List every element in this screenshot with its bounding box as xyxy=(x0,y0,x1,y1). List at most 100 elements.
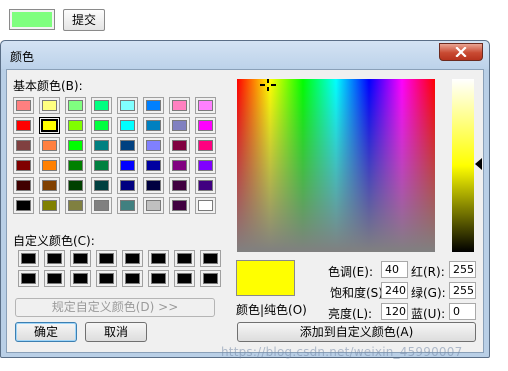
basic-colors-label: 基本颜色(B): xyxy=(13,79,83,93)
basic-color-swatch-r0-c0[interactable] xyxy=(13,97,34,114)
basic-color-swatch-r2-c7[interactable] xyxy=(195,137,216,154)
cancel-button[interactable]: 取消 xyxy=(85,322,147,342)
swatch-color xyxy=(120,180,135,191)
basic-color-swatch-r3-c4[interactable] xyxy=(117,157,138,174)
custom-color-swatch-r0-c3[interactable] xyxy=(96,250,117,267)
basic-color-swatch-r2-c2[interactable] xyxy=(65,137,86,154)
swatch-color xyxy=(146,140,161,151)
color-preview[interactable] xyxy=(9,9,55,30)
basic-color-swatch-r1-c3[interactable] xyxy=(91,117,112,134)
basic-color-swatch-r0-c4[interactable] xyxy=(117,97,138,114)
basic-color-swatch-r0-c5[interactable] xyxy=(143,97,164,114)
basic-color-swatch-r2-c5[interactable] xyxy=(143,137,164,154)
swatch-color xyxy=(21,273,36,284)
basic-color-swatch-r0-c3[interactable] xyxy=(91,97,112,114)
basic-color-swatch-r1-c0[interactable] xyxy=(13,117,34,134)
basic-color-swatch-r2-c1[interactable] xyxy=(39,137,60,154)
custom-color-swatch-r1-c2[interactable] xyxy=(70,270,91,287)
basic-color-swatch-r3-c1[interactable] xyxy=(39,157,60,174)
swatch-color xyxy=(42,160,57,171)
ok-button[interactable]: 确定 xyxy=(15,322,77,342)
basic-color-swatch-r3-c0[interactable] xyxy=(13,157,34,174)
swatch-color xyxy=(151,273,166,284)
basic-color-swatch-r1-c1[interactable] xyxy=(39,117,60,134)
basic-color-swatch-r5-c7[interactable] xyxy=(195,197,216,214)
custom-color-swatch-r0-c5[interactable] xyxy=(148,250,169,267)
red-label: 红(R): xyxy=(411,265,445,279)
swatch-color xyxy=(146,120,161,131)
green-input[interactable]: 255 xyxy=(449,282,476,299)
basic-color-swatch-r3-c7[interactable] xyxy=(195,157,216,174)
basic-color-swatch-r3-c5[interactable] xyxy=(143,157,164,174)
basic-color-swatch-r4-c1[interactable] xyxy=(39,177,60,194)
swatch-color xyxy=(99,253,114,264)
basic-color-swatch-r5-c2[interactable] xyxy=(65,197,86,214)
basic-color-swatch-r1-c6[interactable] xyxy=(169,117,190,134)
custom-color-swatch-r1-c0[interactable] xyxy=(18,270,39,287)
close-button[interactable] xyxy=(439,43,483,61)
basic-color-swatch-r5-c0[interactable] xyxy=(13,197,34,214)
basic-color-swatch-r0-c7[interactable] xyxy=(195,97,216,114)
swatch-color xyxy=(146,160,161,171)
dialog-title: 颜色 xyxy=(10,50,35,64)
custom-color-swatch-r1-c5[interactable] xyxy=(148,270,169,287)
submit-button[interactable]: 提交 xyxy=(63,9,105,31)
close-x-icon xyxy=(455,47,467,57)
luminance-arrow-icon[interactable] xyxy=(475,158,482,170)
basic-color-swatch-r0-c2[interactable] xyxy=(65,97,86,114)
basic-color-swatch-r4-c5[interactable] xyxy=(143,177,164,194)
luminance-input[interactable]: 120 xyxy=(381,303,408,320)
basic-color-swatch-r3-c2[interactable] xyxy=(65,157,86,174)
add-to-custom-colors-button[interactable]: 添加到自定义颜色(A) xyxy=(237,322,476,342)
basic-color-swatch-r2-c6[interactable] xyxy=(169,137,190,154)
basic-color-swatch-r5-c1[interactable] xyxy=(39,197,60,214)
basic-color-swatch-r2-c4[interactable] xyxy=(117,137,138,154)
basic-color-swatch-r1-c4[interactable] xyxy=(117,117,138,134)
hue-label: 色调(E): xyxy=(328,265,373,279)
basic-color-swatch-r2-c0[interactable] xyxy=(13,137,34,154)
custom-color-swatch-r1-c4[interactable] xyxy=(122,270,143,287)
basic-color-swatch-r5-c3[interactable] xyxy=(91,197,112,214)
swatch-color xyxy=(94,140,109,151)
custom-colors-label: 自定义颜色(C): xyxy=(13,234,95,248)
basic-color-swatch-r4-c7[interactable] xyxy=(195,177,216,194)
basic-color-swatch-r0-c1[interactable] xyxy=(39,97,60,114)
basic-color-swatch-r4-c3[interactable] xyxy=(91,177,112,194)
saturation-input[interactable]: 240 xyxy=(381,282,408,299)
basic-color-swatch-r1-c7[interactable] xyxy=(195,117,216,134)
basic-color-swatch-r0-c6[interactable] xyxy=(169,97,190,114)
swatch-color xyxy=(198,200,213,211)
swatch-color xyxy=(172,200,187,211)
basic-color-swatch-r4-c2[interactable] xyxy=(65,177,86,194)
basic-color-swatch-r5-c6[interactable] xyxy=(169,197,190,214)
red-input[interactable]: 255 xyxy=(449,261,476,278)
custom-color-swatch-r0-c0[interactable] xyxy=(18,250,39,267)
blue-input[interactable]: 0 xyxy=(449,303,476,320)
hue-saturation-spectrum[interactable] xyxy=(237,79,435,252)
custom-color-swatch-r1-c6[interactable] xyxy=(174,270,195,287)
custom-color-swatch-r1-c3[interactable] xyxy=(96,270,117,287)
define-custom-colors-button[interactable]: 规定自定义颜色(D) >> xyxy=(15,298,215,317)
custom-color-swatch-r1-c1[interactable] xyxy=(44,270,65,287)
custom-color-swatch-r0-c2[interactable] xyxy=(70,250,91,267)
basic-color-swatch-r3-c6[interactable] xyxy=(169,157,190,174)
swatch-color xyxy=(47,273,62,284)
basic-color-swatch-r4-c0[interactable] xyxy=(13,177,34,194)
basic-color-swatch-r2-c3[interactable] xyxy=(91,137,112,154)
custom-color-swatch-r0-c6[interactable] xyxy=(174,250,195,267)
custom-color-swatch-r0-c4[interactable] xyxy=(122,250,143,267)
custom-color-swatch-r1-c7[interactable] xyxy=(200,270,221,287)
luminance-slider[interactable] xyxy=(452,79,474,252)
basic-color-swatch-r5-c5[interactable] xyxy=(143,197,164,214)
custom-color-swatch-r0-c7[interactable] xyxy=(200,250,221,267)
basic-color-swatch-r1-c5[interactable] xyxy=(143,117,164,134)
swatch-color xyxy=(94,180,109,191)
basic-color-swatch-r3-c3[interactable] xyxy=(91,157,112,174)
basic-color-swatch-r1-c2[interactable] xyxy=(65,117,86,134)
basic-color-swatch-r4-c6[interactable] xyxy=(169,177,190,194)
custom-color-swatch-r0-c1[interactable] xyxy=(44,250,65,267)
swatch-color xyxy=(120,140,135,151)
hue-input[interactable]: 40 xyxy=(381,261,408,278)
basic-color-swatch-r4-c4[interactable] xyxy=(117,177,138,194)
basic-color-swatch-r5-c4[interactable] xyxy=(117,197,138,214)
